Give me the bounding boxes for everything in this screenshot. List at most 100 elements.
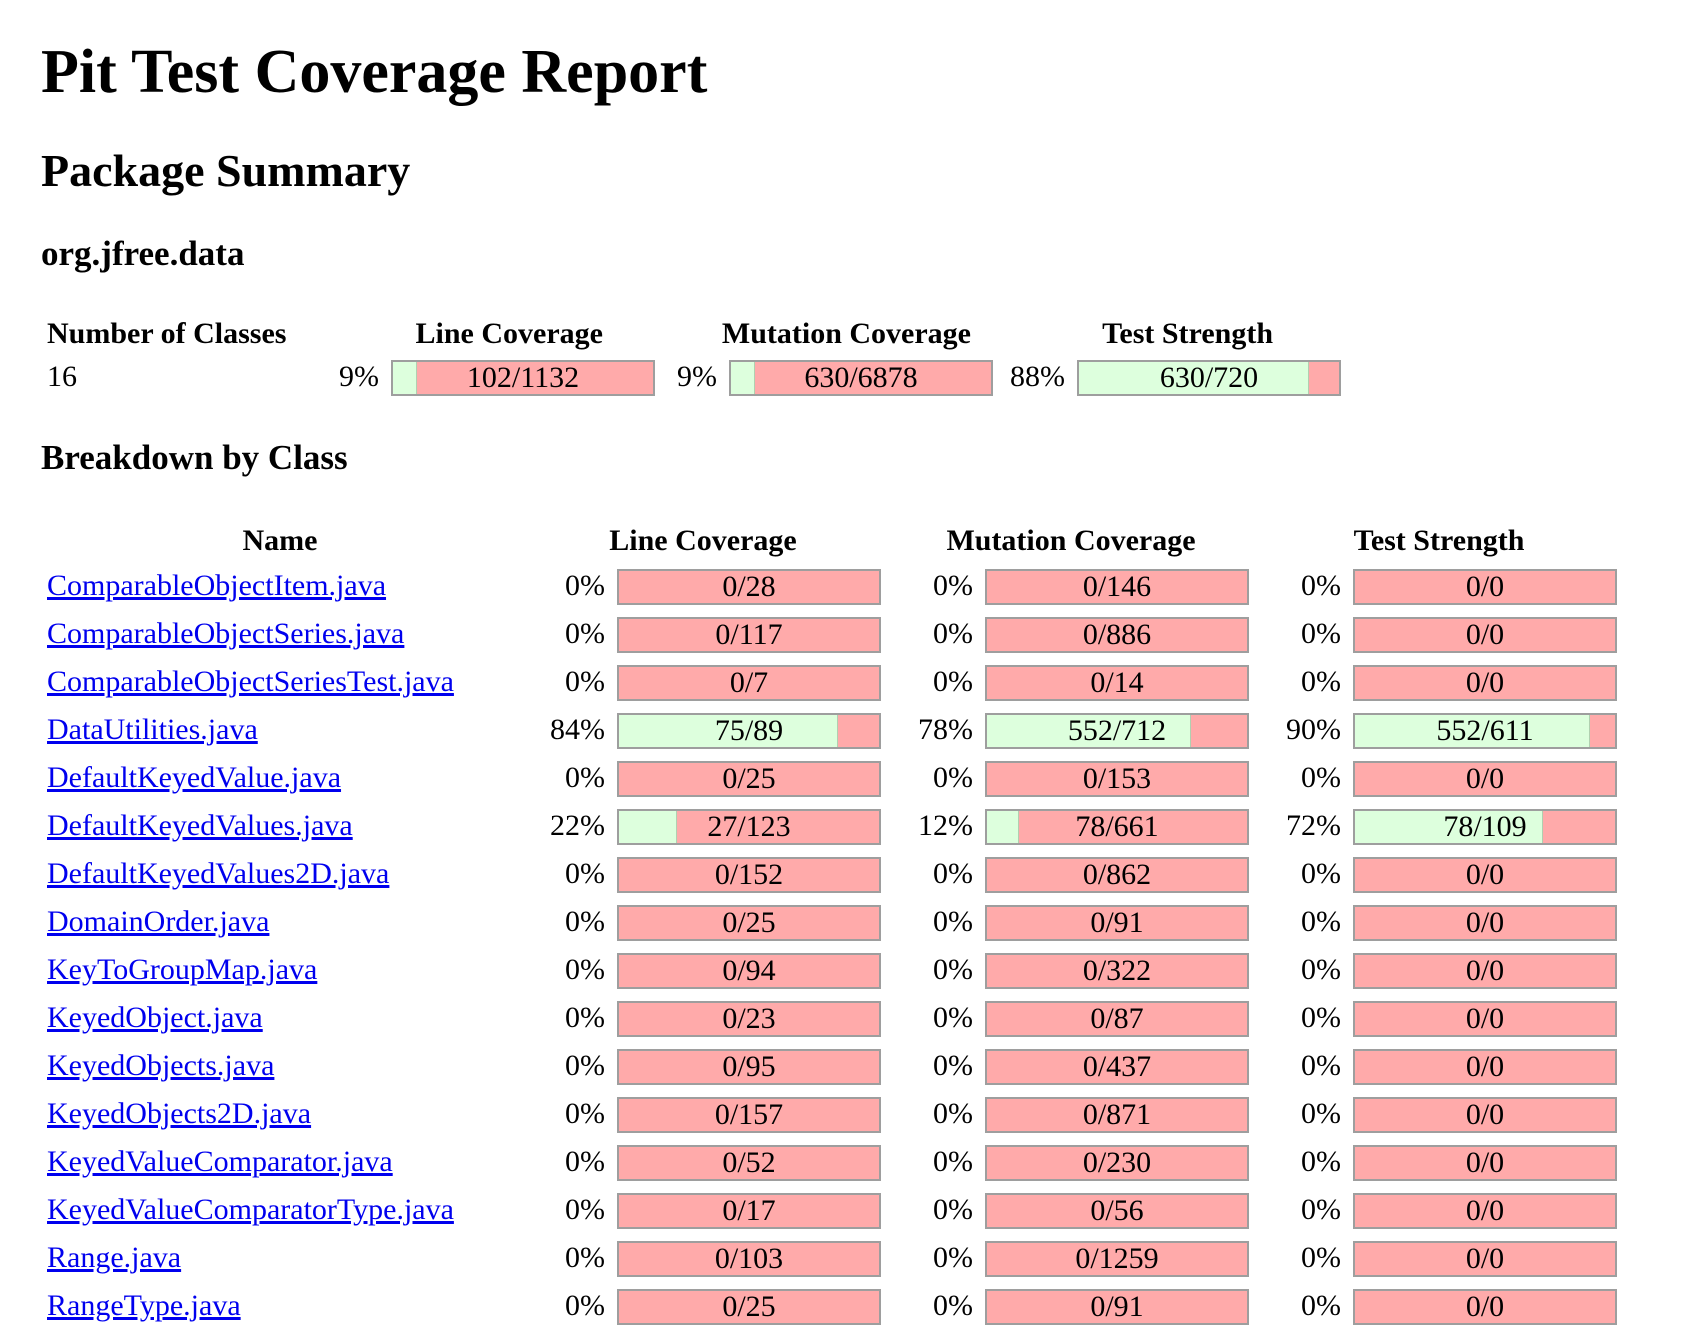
test-strength-bar: 78/109 bbox=[1353, 808, 1617, 845]
line-coverage-ratio: 0/25 bbox=[722, 761, 776, 795]
class-name-cell: KeyedObjects.java bbox=[41, 1042, 519, 1090]
mutation-coverage-percent: 0% bbox=[933, 569, 973, 602]
line-coverage-bar: 0/25 bbox=[617, 1288, 881, 1325]
line-coverage-bar-cell: 0/25 bbox=[611, 754, 887, 802]
class-link[interactable]: KeyedValueComparatorType.java bbox=[47, 1193, 454, 1226]
line-coverage-bar-cell: 0/7 bbox=[611, 658, 887, 706]
class-name-cell: KeyedObject.java bbox=[41, 994, 519, 1042]
line-coverage-ratio: 0/25 bbox=[722, 905, 776, 939]
line-coverage-bar-cell: 0/28 bbox=[611, 562, 887, 610]
number-of-classes: 16 bbox=[47, 360, 77, 393]
class-name-cell: DomainOrder.java bbox=[41, 898, 519, 946]
test-strength-percent: 0% bbox=[1301, 1289, 1341, 1322]
class-link[interactable]: DataUtilities.java bbox=[47, 713, 258, 746]
test-strength-percent: 0% bbox=[1301, 1049, 1341, 1082]
class-link[interactable]: ComparableObjectSeries.java bbox=[47, 617, 404, 650]
test-strength-percent: 0% bbox=[1301, 1145, 1341, 1178]
class-link[interactable]: KeyToGroupMap.java bbox=[47, 953, 317, 986]
table-row: KeyedValueComparatorType.java 0% 0/17 0% 0/5… bbox=[41, 1186, 1623, 1234]
test-strength-ratio: 0/0 bbox=[1465, 905, 1505, 939]
test-strength-ratio: 0/0 bbox=[1465, 1097, 1505, 1131]
line-coverage-bar: 0/152 bbox=[617, 856, 881, 893]
class-name-cell: KeyedObjects2D.java bbox=[41, 1090, 519, 1138]
line-coverage-bar-cell: 0/95 bbox=[611, 1042, 887, 1090]
header-line-coverage: Line Coverage bbox=[609, 524, 797, 557]
class-link[interactable]: DefaultKeyedValues.java bbox=[47, 809, 353, 842]
class-link[interactable]: KeyedObjects2D.java bbox=[47, 1097, 311, 1130]
line-coverage-bar-cell: 0/152 bbox=[611, 850, 887, 898]
header-mutation-coverage: Mutation Coverage bbox=[721, 317, 971, 350]
mutation-coverage-ratio: 0/862 bbox=[1082, 857, 1152, 891]
class-link[interactable]: KeyedObject.java bbox=[47, 1001, 263, 1034]
mutation-coverage-ratio: 0/153 bbox=[1082, 761, 1152, 795]
mutation-coverage-percent: 0% bbox=[933, 761, 973, 794]
test-strength-ratio: 0/0 bbox=[1465, 857, 1505, 891]
test-strength-bar-cell: 0/0 bbox=[1347, 562, 1623, 610]
test-strength-bar-cell: 0/0 bbox=[1347, 850, 1623, 898]
line-coverage-bar: 27/123 bbox=[617, 808, 881, 845]
class-link[interactable]: ComparableObjectSeriesTest.java bbox=[47, 665, 454, 698]
package-summary-table: Number of Classes Line Coverage Mutation… bbox=[41, 314, 1347, 400]
mutation-coverage-bar-cell: 0/437 bbox=[979, 1042, 1255, 1090]
mutation-coverage-ratio: 552/712 bbox=[1067, 713, 1167, 747]
line-coverage-bar-cell: 0/25 bbox=[611, 1282, 887, 1330]
class-link[interactable]: DefaultKeyedValues2D.java bbox=[47, 857, 389, 890]
class-link[interactable]: DefaultKeyedValue.java bbox=[47, 761, 341, 794]
mutation-coverage-bar-cell: 630/6878 bbox=[723, 354, 999, 400]
class-link[interactable]: ComparableObjectItem.java bbox=[47, 569, 386, 602]
test-strength-bar: 0/0 bbox=[1353, 1192, 1617, 1229]
mutation-coverage-percent: 0% bbox=[933, 1145, 973, 1178]
line-coverage-bar-cell: 0/25 bbox=[611, 898, 887, 946]
test-strength-ratio: 0/0 bbox=[1465, 665, 1505, 699]
table-row: DefaultKeyedValues.java 22% 27/123 12% 78/66… bbox=[41, 802, 1623, 850]
line-coverage-ratio: 0/25 bbox=[722, 1289, 776, 1323]
class-name-cell: KeyedValueComparator.java bbox=[41, 1138, 519, 1186]
class-link[interactable]: RangeType.java bbox=[47, 1289, 241, 1322]
mutation-coverage-ratio: 0/56 bbox=[1090, 1193, 1144, 1227]
test-strength-ratio: 0/0 bbox=[1465, 1001, 1505, 1035]
class-link[interactable]: DomainOrder.java bbox=[47, 905, 269, 938]
line-coverage-bar: 0/7 bbox=[617, 664, 881, 701]
test-strength-bar-cell: 0/0 bbox=[1347, 610, 1623, 658]
table-row: KeyedObjects2D.java 0% 0/157 0% 0/871 0% 0/0 bbox=[41, 1090, 1623, 1138]
test-strength-percent: 0% bbox=[1301, 761, 1341, 794]
line-coverage-ratio: 0/95 bbox=[722, 1049, 776, 1083]
mutation-coverage-ratio: 0/14 bbox=[1090, 665, 1144, 699]
line-coverage-bar-cell: 0/157 bbox=[611, 1090, 887, 1138]
package-summary-heading: Package Summary bbox=[41, 145, 411, 196]
test-strength-ratio: 0/0 bbox=[1465, 761, 1505, 795]
mutation-coverage-bar: 0/1259 bbox=[985, 1240, 1249, 1277]
class-link[interactable]: KeyedValueComparator.java bbox=[47, 1145, 393, 1178]
mutation-coverage-ratio: 78/661 bbox=[1075, 809, 1159, 843]
page-title: Pit Test Coverage Report bbox=[41, 38, 708, 106]
header-line-coverage: Line Coverage bbox=[415, 317, 603, 350]
test-strength-bar: 0/0 bbox=[1353, 616, 1617, 653]
header-number-of-classes: Number of Classes bbox=[47, 317, 287, 350]
line-coverage-ratio: 0/17 bbox=[722, 1193, 776, 1227]
mutation-coverage-bar: 0/14 bbox=[985, 664, 1249, 701]
line-coverage-bar-cell: 102/1132 bbox=[385, 354, 661, 400]
test-strength-percent: 0% bbox=[1301, 665, 1341, 698]
test-strength-ratio: 0/0 bbox=[1465, 1241, 1505, 1275]
mutation-coverage-bar-cell: 0/146 bbox=[979, 562, 1255, 610]
mutation-coverage-bar-cell: 0/14 bbox=[979, 658, 1255, 706]
mutation-coverage-bar: 0/871 bbox=[985, 1096, 1249, 1133]
line-coverage-bar: 0/52 bbox=[617, 1144, 881, 1181]
test-strength-bar-cell: 0/0 bbox=[1347, 1138, 1623, 1186]
test-strength-ratio: 0/0 bbox=[1465, 617, 1505, 651]
mutation-coverage-percent: 0% bbox=[933, 905, 973, 938]
line-coverage-bar: 0/17 bbox=[617, 1192, 881, 1229]
line-coverage-percent: 22% bbox=[550, 809, 605, 842]
test-strength-percent: 90% bbox=[1286, 713, 1341, 746]
class-link[interactable]: Range.java bbox=[47, 1241, 181, 1274]
breakdown-heading: Breakdown by Class bbox=[41, 438, 348, 477]
summary-row: 16 9% 102/1132 9% 630/6878 88% 630/720 bbox=[41, 354, 1347, 400]
class-link[interactable]: KeyedObjects.java bbox=[47, 1049, 274, 1082]
line-coverage-bar: 0/23 bbox=[617, 1000, 881, 1037]
line-coverage-percent: 0% bbox=[565, 665, 605, 698]
table-row: RangeType.java 0% 0/25 0% 0/91 0% 0/0 bbox=[41, 1282, 1623, 1330]
class-name-cell: DefaultKeyedValue.java bbox=[41, 754, 519, 802]
class-name-cell: RangeType.java bbox=[41, 1282, 519, 1330]
test-strength-percent: 0% bbox=[1301, 569, 1341, 602]
mutation-coverage-bar: 0/437 bbox=[985, 1048, 1249, 1085]
